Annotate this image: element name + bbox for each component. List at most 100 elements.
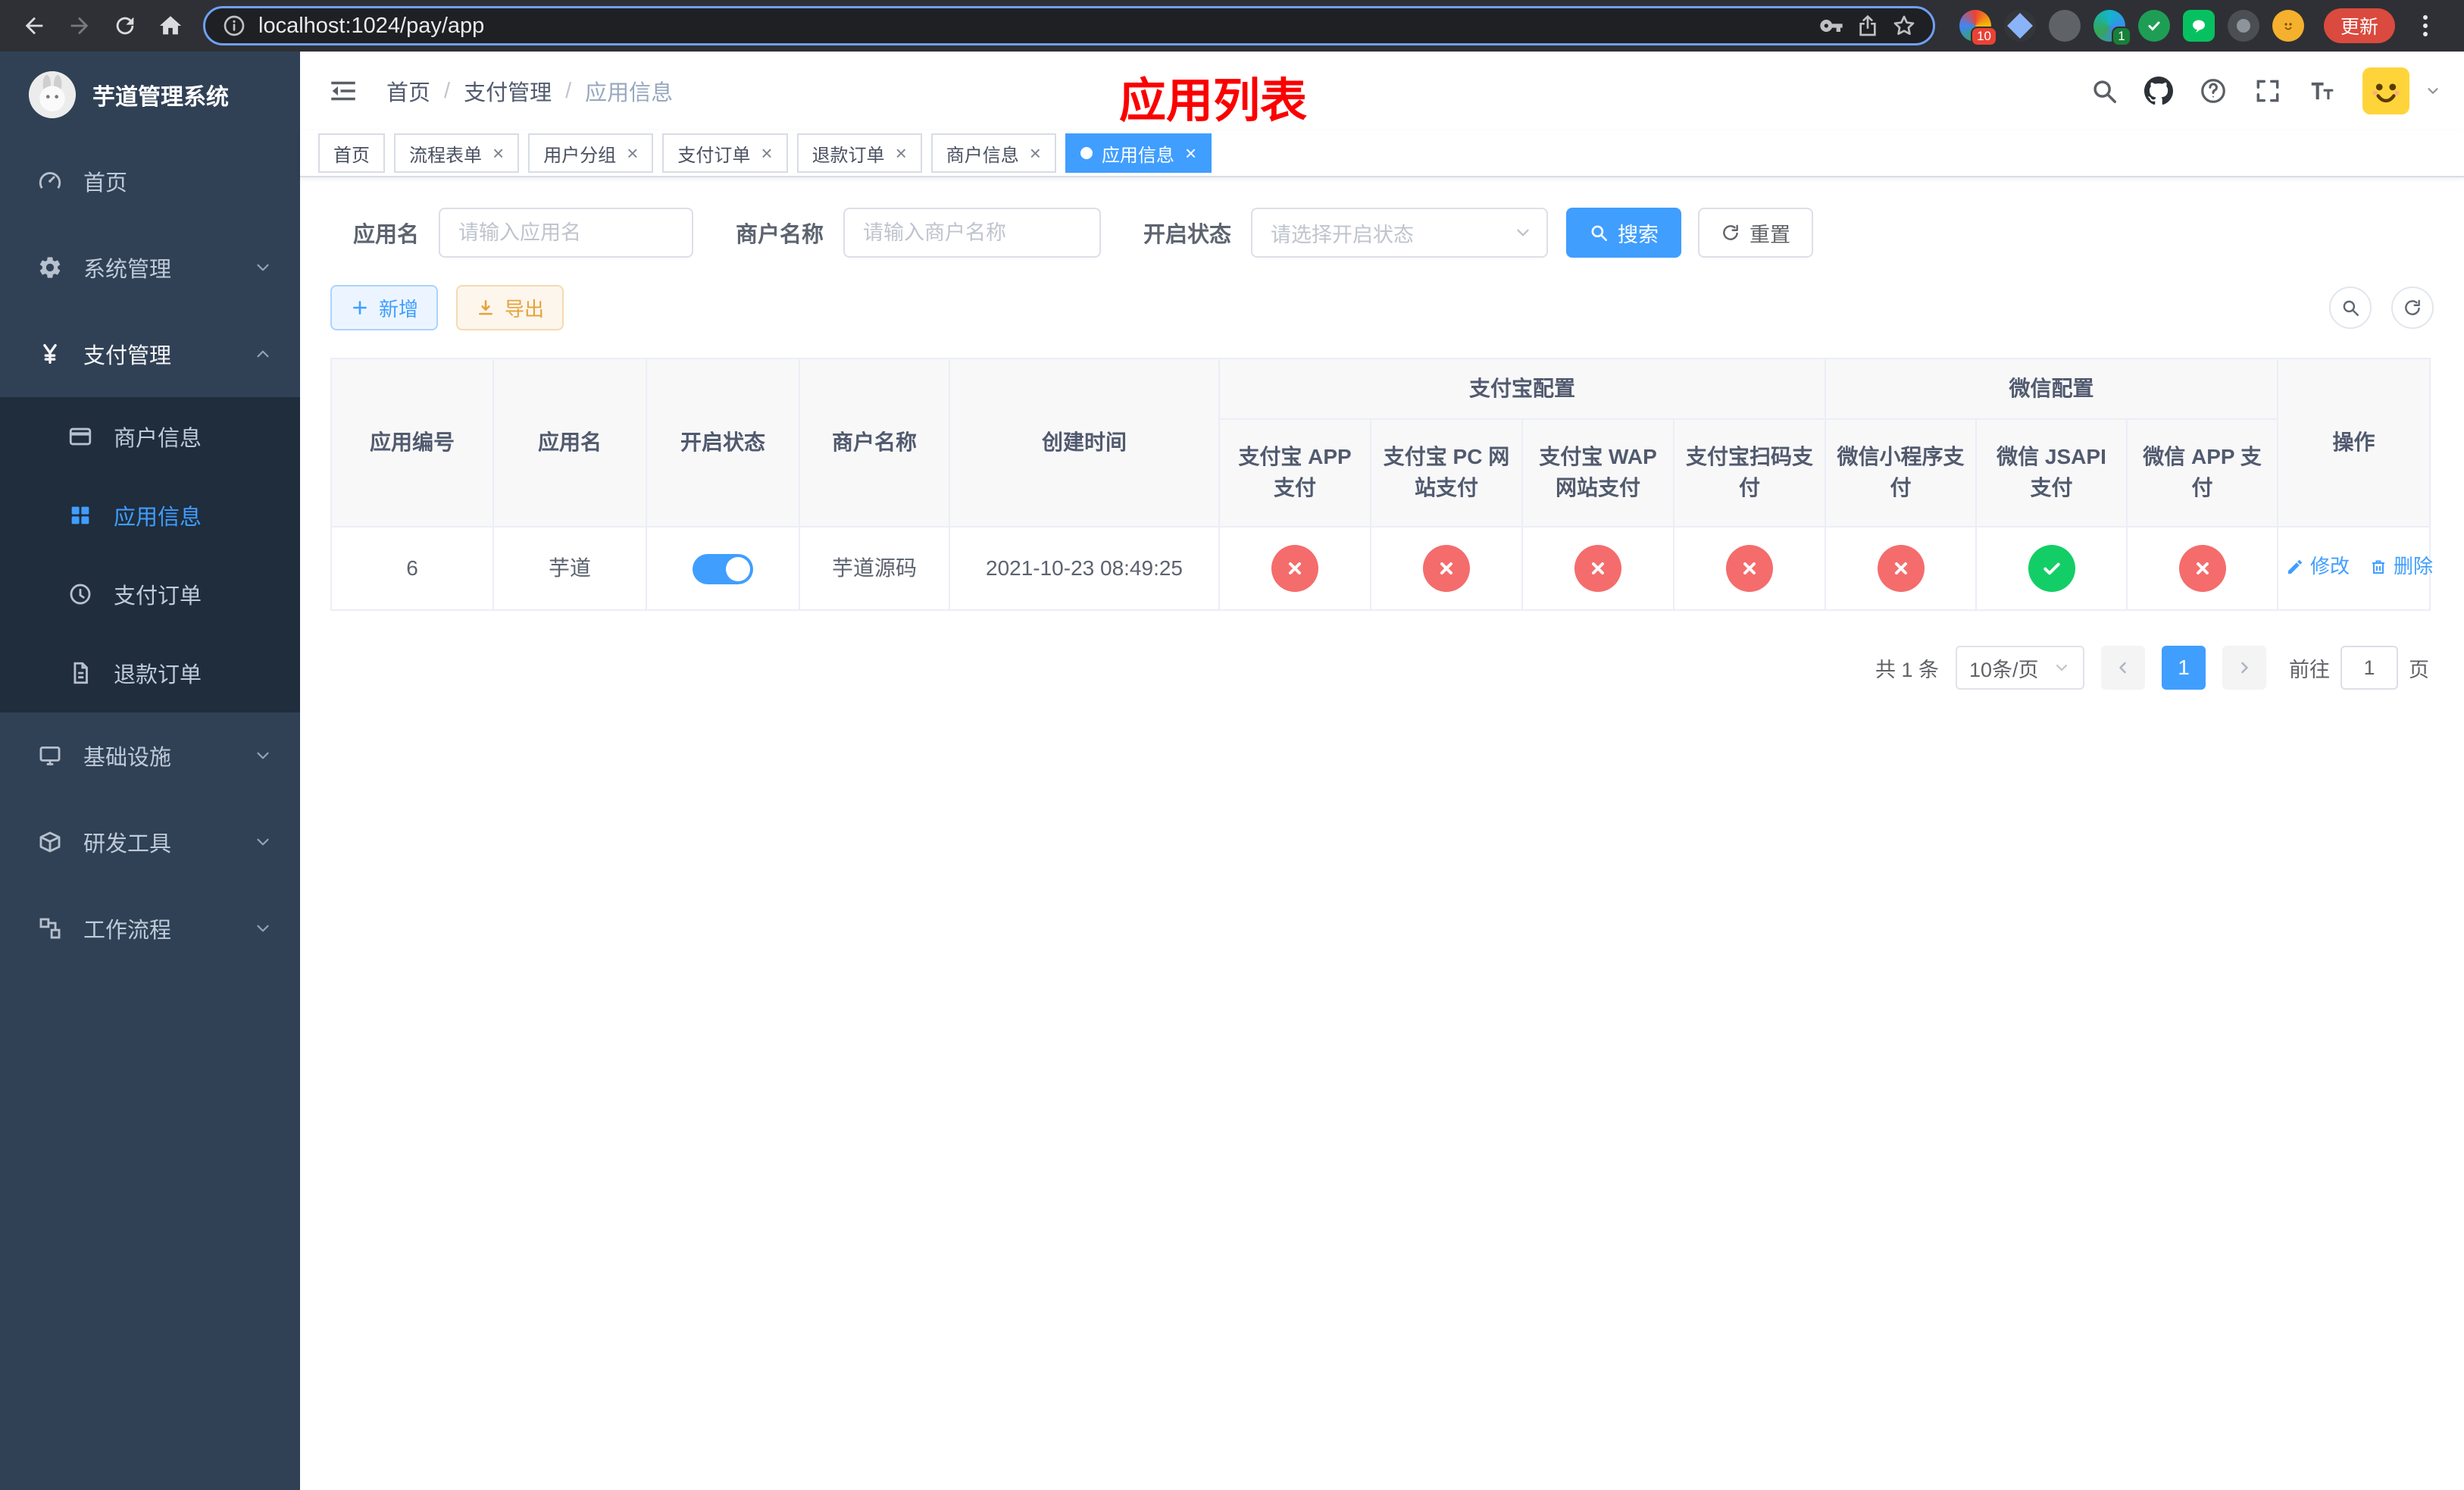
sidebar-item-label: 基础设施 xyxy=(83,746,172,770)
x-circle-icon xyxy=(1877,545,1925,592)
breadcrumb-payment[interactable]: 支付管理 xyxy=(464,75,552,107)
tab-支付订单[interactable]: 支付订单 × xyxy=(662,133,788,173)
app-table: 应用编号 应用名 开启状态 商户名称 创建时间 支付宝配置 微信配置 操作 支付… xyxy=(330,358,2433,611)
bookmark-star-icon[interactable] xyxy=(1892,14,1916,38)
add-button[interactable]: 新增 xyxy=(330,285,439,330)
browser-menu-icon[interactable] xyxy=(2410,11,2441,41)
font-size-icon[interactable] xyxy=(2308,77,2337,105)
status-toggle[interactable] xyxy=(693,553,753,584)
search-icon[interactable] xyxy=(2090,77,2118,105)
add-button-label: 新增 xyxy=(379,297,419,321)
extension-icon[interactable] xyxy=(2049,10,2081,42)
page-annotation-title: 应用列表 xyxy=(1118,75,1308,127)
tab-close-icon[interactable]: × xyxy=(1030,143,1041,163)
browser-reload-button[interactable] xyxy=(105,5,145,46)
sidebar-item-pay-orders[interactable]: 支付订单 xyxy=(0,555,300,634)
col-header-wechat-mini: 微信小程序支付 xyxy=(1825,418,1978,527)
chevron-up-icon xyxy=(253,344,273,364)
tab-商户信息[interactable]: 商户信息 × xyxy=(930,133,1056,173)
extension-icon[interactable] xyxy=(2228,10,2259,42)
search-button[interactable]: 搜索 xyxy=(1566,208,1682,258)
extension-icon[interactable]: 1 xyxy=(2093,10,2131,46)
breadcrumb-separator: / xyxy=(444,78,451,103)
share-icon[interactable] xyxy=(1856,14,1880,38)
tab-流程表单[interactable]: 流程表单 × xyxy=(394,133,520,173)
breadcrumb-current: 应用信息 xyxy=(585,81,674,105)
extension-badge: 10 xyxy=(1971,27,1997,46)
browser-home-button[interactable] xyxy=(150,5,191,46)
edit-link[interactable]: 修改 xyxy=(2286,552,2350,581)
search-button-label: 搜索 xyxy=(1618,223,1659,246)
url-bar[interactable]: localhost:1024/pay/app xyxy=(203,6,1935,45)
page-size-select[interactable]: 10条/页 xyxy=(1956,646,2084,690)
sidebar-item-home[interactable]: 首页 xyxy=(0,138,300,224)
help-icon[interactable] xyxy=(2199,77,2228,105)
gear-icon xyxy=(36,254,64,281)
status-select[interactable]: 请选择开启状态 xyxy=(1251,208,1549,258)
sidebar-item-label: 商户信息 xyxy=(114,427,202,451)
extension-icon[interactable] xyxy=(2183,10,2215,42)
tab-应用信息[interactable]: 应用信息 × xyxy=(1065,133,1212,173)
extension-icon[interactable]: 10 xyxy=(1959,10,1997,46)
fullscreen-icon[interactable] xyxy=(2253,77,2282,105)
tab-首页[interactable]: 首页 xyxy=(318,133,385,173)
tab-label: 首页 xyxy=(333,145,370,166)
table-toolbar: 新增 导出 xyxy=(330,285,2434,330)
config-disabled-cell xyxy=(1370,526,1523,611)
sidebar-item-merchant-info[interactable]: 商户信息 xyxy=(0,397,300,476)
toggle-search-icon-button[interactable] xyxy=(2329,286,2372,329)
export-button[interactable]: 导出 xyxy=(456,285,564,330)
sidebar-item-payment[interactable]: 支付管理 xyxy=(0,311,300,397)
tab-close-icon[interactable]: × xyxy=(761,143,772,163)
app-name-input[interactable] xyxy=(439,208,694,258)
reset-button[interactable]: 重置 xyxy=(1698,208,1814,258)
user-avatar[interactable] xyxy=(2362,67,2409,114)
refresh-icon-button[interactable] xyxy=(2391,286,2434,329)
sidebar-item-dev-tools[interactable]: 研发工具 xyxy=(0,799,300,885)
tab-用户分组[interactable]: 用户分组 × xyxy=(528,133,654,173)
config-disabled-cell xyxy=(1672,526,1827,611)
page-number-button[interactable]: 1 xyxy=(2162,646,2206,690)
profile-avatar-icon[interactable] xyxy=(2272,10,2304,42)
tab-close-icon[interactable]: × xyxy=(896,143,907,163)
delete-link[interactable]: 删除 xyxy=(2369,552,2433,581)
tab-close-icon[interactable]: × xyxy=(1185,143,1196,163)
extension-icon[interactable] xyxy=(2004,10,2036,42)
browser-back-button[interactable] xyxy=(14,5,55,46)
top-header: 首页 / 支付管理 / 应用信息 应用列表 xyxy=(300,52,2464,130)
tab-label: 应用信息 xyxy=(1101,145,1174,166)
sidebar-item-refund-orders[interactable]: 退款订单 xyxy=(0,634,300,712)
sidebar-item-workflow[interactable]: 工作流程 xyxy=(0,885,300,972)
sidebar-item-app-info[interactable]: 应用信息 xyxy=(0,476,300,555)
sidebar-item-infrastructure[interactable]: 基础设施 xyxy=(0,712,300,799)
breadcrumb: 首页 / 支付管理 / 应用信息 xyxy=(386,75,673,107)
config-disabled-cell xyxy=(1825,526,1978,611)
sidebar-logo-row: 芋道管理系统 xyxy=(0,52,300,138)
col-header-alipay-qr: 支付宝扫码支付 xyxy=(1672,418,1827,527)
chevron-down-icon[interactable] xyxy=(2425,83,2441,99)
col-header-created: 创建时间 xyxy=(949,358,1220,527)
col-header-actions: 操作 xyxy=(2277,358,2431,527)
github-icon[interactable] xyxy=(2144,77,2173,105)
password-key-icon[interactable] xyxy=(1819,14,1843,38)
collapse-sidebar-icon[interactable] xyxy=(327,75,359,107)
tab-退款订单[interactable]: 退款订单 × xyxy=(796,133,922,173)
tab-bar: 首页 流程表单 × 用户分组 × 支付订单 × 退款订单 × 商户信息 × 应用信息 × xyxy=(300,130,2464,177)
site-info-icon[interactable] xyxy=(222,14,246,38)
goto-page-input[interactable] xyxy=(2340,646,2398,690)
browser-toolbar: localhost:1024/pay/app 10 1 更新 xyxy=(0,0,2464,52)
tab-close-icon[interactable]: × xyxy=(627,143,638,163)
merchant-name-input[interactable] xyxy=(843,208,1102,258)
sidebar-item-label: 退款订单 xyxy=(114,663,202,687)
url-text[interactable]: localhost:1024/pay/app xyxy=(258,14,1807,39)
browser-forward-button[interactable] xyxy=(59,5,100,46)
edit-link-label: 修改 xyxy=(2310,554,2350,578)
tab-close-icon[interactable]: × xyxy=(492,143,504,163)
browser-update-button[interactable]: 更新 xyxy=(2324,8,2396,43)
sidebar-item-system[interactable]: 系统管理 xyxy=(0,224,300,311)
next-page-button[interactable] xyxy=(2222,646,2266,690)
breadcrumb-home[interactable]: 首页 xyxy=(386,75,430,107)
merchant-name-label: 商户名称 xyxy=(736,223,824,247)
extension-icon[interactable] xyxy=(2138,10,2170,42)
prev-page-button[interactable] xyxy=(2101,646,2145,690)
